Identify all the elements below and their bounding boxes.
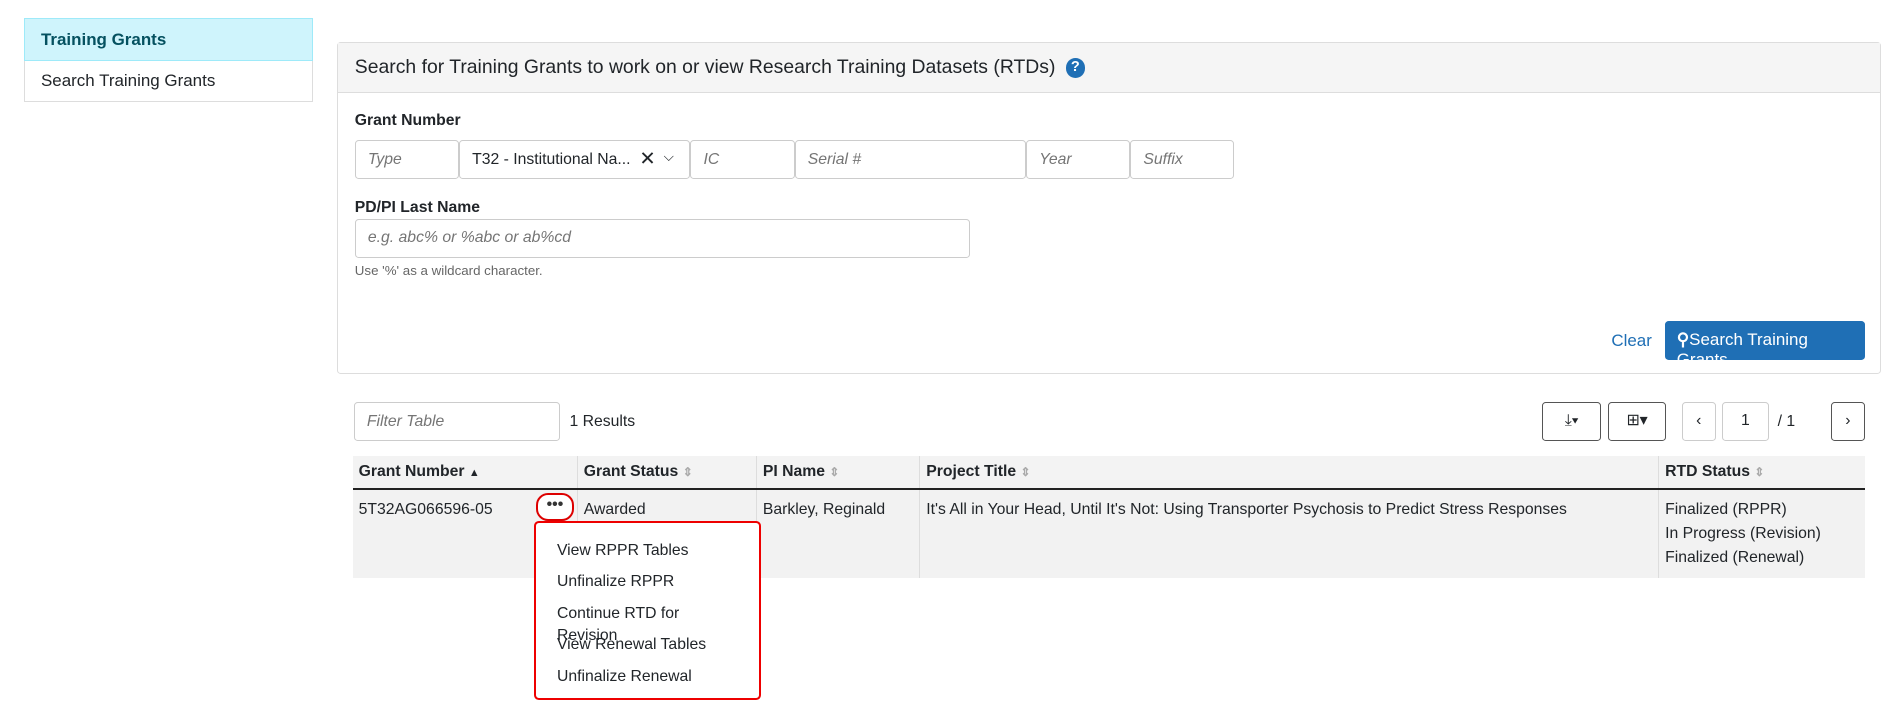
- rtd-status-line: Finalized (Renewal): [1665, 549, 1805, 567]
- page-total: / 1: [1777, 413, 1796, 431]
- search-card-header: Search for Training Grants to work on or…: [337, 43, 1880, 94]
- sort-icon: ⇕: [682, 464, 693, 479]
- column-header-grant-status[interactable]: Grant Status ⇕: [576, 455, 757, 491]
- clear-x-icon[interactable]: ✕: [639, 147, 655, 171]
- ellipsis-icon: •••: [546, 496, 564, 514]
- chevron-right-icon: ›: [1845, 412, 1851, 430]
- rtd-status-line: In Progress (Revision): [1665, 524, 1821, 542]
- column-header-project-title[interactable]: Project Title ⇕: [919, 455, 1659, 491]
- activity-code-value: T32 - Institutional Na...: [472, 151, 631, 169]
- search-button-label: Search Training Grants: [1676, 330, 1808, 370]
- column-label: Grant Status: [583, 462, 679, 480]
- table-columns-icon: ⊞▾: [1626, 412, 1648, 430]
- row-actions-menu: View RPPR Tables Unfinalize RPPR Continu…: [534, 521, 761, 701]
- menu-item-view-rppr-tables[interactable]: View RPPR Tables: [536, 535, 759, 566]
- column-header-pi-name[interactable]: PI Name ⇕: [755, 455, 920, 491]
- page-title: Search for Training Grants to work on or…: [354, 55, 1056, 78]
- sort-asc-icon: ▲: [468, 466, 480, 479]
- filter-table-input[interactable]: [353, 402, 560, 442]
- sort-icon: ⇕: [1754, 464, 1765, 479]
- menu-item-view-renewal-tables[interactable]: View Renewal Tables: [536, 630, 759, 661]
- row-actions-button[interactable]: •••: [535, 493, 575, 522]
- sidebar-item-search-training-grants[interactable]: Search Training Grants: [24, 60, 313, 102]
- menu-item-continue-rtd-revision[interactable]: Continue RTD for Revision: [536, 598, 759, 644]
- pi-last-name-input[interactable]: [354, 219, 971, 258]
- chevron-left-icon: ‹: [1696, 412, 1702, 430]
- type-input[interactable]: [354, 140, 459, 180]
- column-header-grant-number[interactable]: Grant Number ▲: [352, 455, 578, 491]
- column-header-rtd-status[interactable]: RTD Status ⇕: [1658, 455, 1865, 491]
- download-icon: ⤓▾: [1564, 412, 1579, 430]
- activity-code-select[interactable]: T32 - Institutional Na... ✕ ⌵: [459, 140, 691, 180]
- pi-last-name-label: PD/PI Last Name: [354, 198, 480, 216]
- clear-button[interactable]: Clear: [1611, 331, 1652, 351]
- next-page-button[interactable]: ›: [1830, 402, 1865, 442]
- column-label: Grant Number: [358, 462, 465, 480]
- results-count: 1 Results: [569, 413, 636, 431]
- cell-rtd-status: Finalized (RPPR) In Progress (Revision) …: [1658, 489, 1865, 578]
- menu-item-unfinalize-renewal[interactable]: Unfinalize Renewal: [536, 661, 759, 692]
- sidebar-header: Training Grants: [24, 18, 313, 61]
- serial-input[interactable]: [794, 140, 1027, 180]
- cell-project-title: It's All in Your Head, Until It's Not: U…: [919, 489, 1659, 578]
- sort-icon: ⇕: [1020, 464, 1031, 479]
- column-label: RTD Status: [1665, 462, 1750, 480]
- question-circle-icon[interactable]: ?: [1065, 58, 1086, 78]
- grant-number-label: Grant Number: [354, 112, 461, 130]
- columns-button[interactable]: ⊞▾: [1607, 402, 1667, 442]
- column-label: Project Title: [926, 462, 1017, 480]
- search-training-grants-button[interactable]: ⚲Search Training Grants: [1664, 320, 1865, 369]
- chevron-down-icon: ⌵: [663, 148, 674, 164]
- search-card: Search for Training Grants to work on or…: [336, 42, 1881, 375]
- download-button[interactable]: ⤓▾: [1542, 402, 1601, 442]
- year-input[interactable]: [1026, 140, 1131, 180]
- suffix-input[interactable]: [1130, 140, 1235, 180]
- page-number-input[interactable]: 1: [1721, 402, 1770, 442]
- wildcard-help-text: Use '%' as a wildcard character.: [354, 262, 543, 278]
- column-label: PI Name: [762, 462, 826, 480]
- rtd-status-line: Finalized (RPPR): [1665, 500, 1787, 518]
- search-icon: ⚲: [1676, 330, 1690, 350]
- cell-pi-name: Barkley, Reginald: [755, 489, 920, 578]
- previous-page-button[interactable]: ‹: [1681, 402, 1716, 442]
- ic-input[interactable]: [690, 140, 795, 180]
- sort-icon: ⇕: [829, 464, 840, 479]
- menu-item-unfinalize-rppr[interactable]: Unfinalize RPPR: [536, 567, 759, 598]
